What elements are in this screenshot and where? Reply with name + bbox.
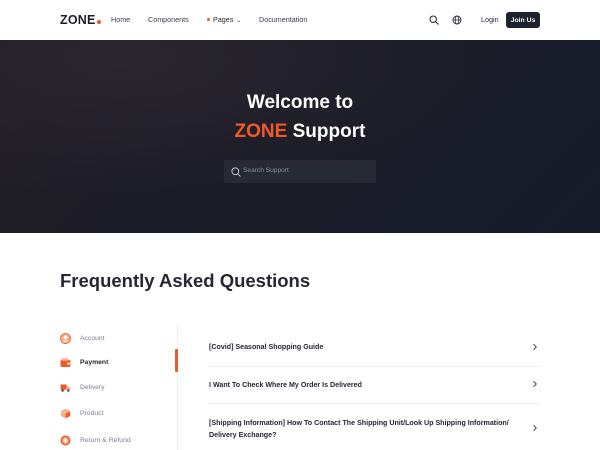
faq-question-item[interactable]: [Shipping Information] How To Contact Th… <box>209 417 541 441</box>
svg-text:$: $ <box>64 438 68 444</box>
search-icon[interactable] <box>427 13 441 27</box>
faq-title: Frequently Asked Questions <box>60 270 311 291</box>
hero-title-line1: Welcome to <box>246 92 354 113</box>
hero-title-rest: Support <box>292 121 366 142</box>
faq-category-label: Product <box>80 409 104 417</box>
brand-logo[interactable]: ZONE <box>60 13 101 27</box>
faq-category-label: Return & Refund <box>80 436 131 444</box>
box-icon <box>60 408 71 419</box>
join-us-button[interactable]: Join Us <box>506 12 540 28</box>
hero-title-line2: ZONE Support <box>0 121 600 143</box>
faq-category-return-refund[interactable]: $ Return & Refund <box>60 432 170 448</box>
active-indicator-dot <box>207 18 210 21</box>
top-navbar: ZONE Home Components Pages ⌄ Documentatio… <box>0 0 600 40</box>
faq-question-item[interactable]: I Want To Check Where My Order Is Delive… <box>209 379 541 391</box>
faq-question-text: I Want To Check Where My Order Is Delive… <box>209 381 362 389</box>
sidebar-divider <box>177 325 178 450</box>
account-icon <box>60 332 71 344</box>
hero-title-accent: ZONE <box>234 121 288 142</box>
nav-pages-label: Pages <box>213 15 234 24</box>
brand-name: ZONE <box>60 13 96 27</box>
faq-divider <box>209 366 541 367</box>
nav-link-documentation[interactable]: Documentation <box>259 15 307 24</box>
truck-icon <box>60 382 71 393</box>
faq-category-label: Account <box>80 334 105 342</box>
chevron-right-icon <box>533 381 537 387</box>
nav-link-pages[interactable]: Pages ⌄ <box>207 15 241 24</box>
refund-icon: $ <box>60 435 71 446</box>
nav-link-home[interactable]: Home <box>111 15 130 24</box>
faq-question-text: [Covid] Seasonal Shopping Guide <box>209 343 324 351</box>
active-category-indicator <box>175 349 178 372</box>
chevron-down-icon: ⌄ <box>236 18 242 24</box>
globe-icon[interactable] <box>450 13 464 27</box>
nav-link-components[interactable]: Components <box>148 15 189 24</box>
login-link[interactable]: Login <box>481 15 499 24</box>
faq-category-label: Payment <box>80 358 109 366</box>
search-placeholder: Search Support <box>243 167 289 174</box>
faq-category-payment[interactable]: Payment <box>60 354 170 370</box>
hero-banner: Welcome to ZONE Support Search Support <box>0 40 600 233</box>
faq-divider <box>209 403 541 404</box>
chevron-right-icon <box>533 425 537 431</box>
faq-category-product[interactable]: Product <box>60 405 170 421</box>
chevron-right-icon <box>533 344 537 350</box>
logo-dot <box>96 20 101 24</box>
wallet-icon <box>60 357 71 368</box>
faq-category-delivery[interactable]: Delivery <box>60 379 170 395</box>
faq-question-text: [Shipping Information] How To Contact Th… <box>209 419 509 439</box>
faq-category-account[interactable]: Account <box>60 330 170 346</box>
support-search-input[interactable]: Search Support <box>224 160 376 183</box>
faq-category-label: Delivery <box>80 383 105 391</box>
faq-question-item[interactable]: [Covid] Seasonal Shopping Guide <box>209 341 541 353</box>
search-icon <box>230 165 242 177</box>
